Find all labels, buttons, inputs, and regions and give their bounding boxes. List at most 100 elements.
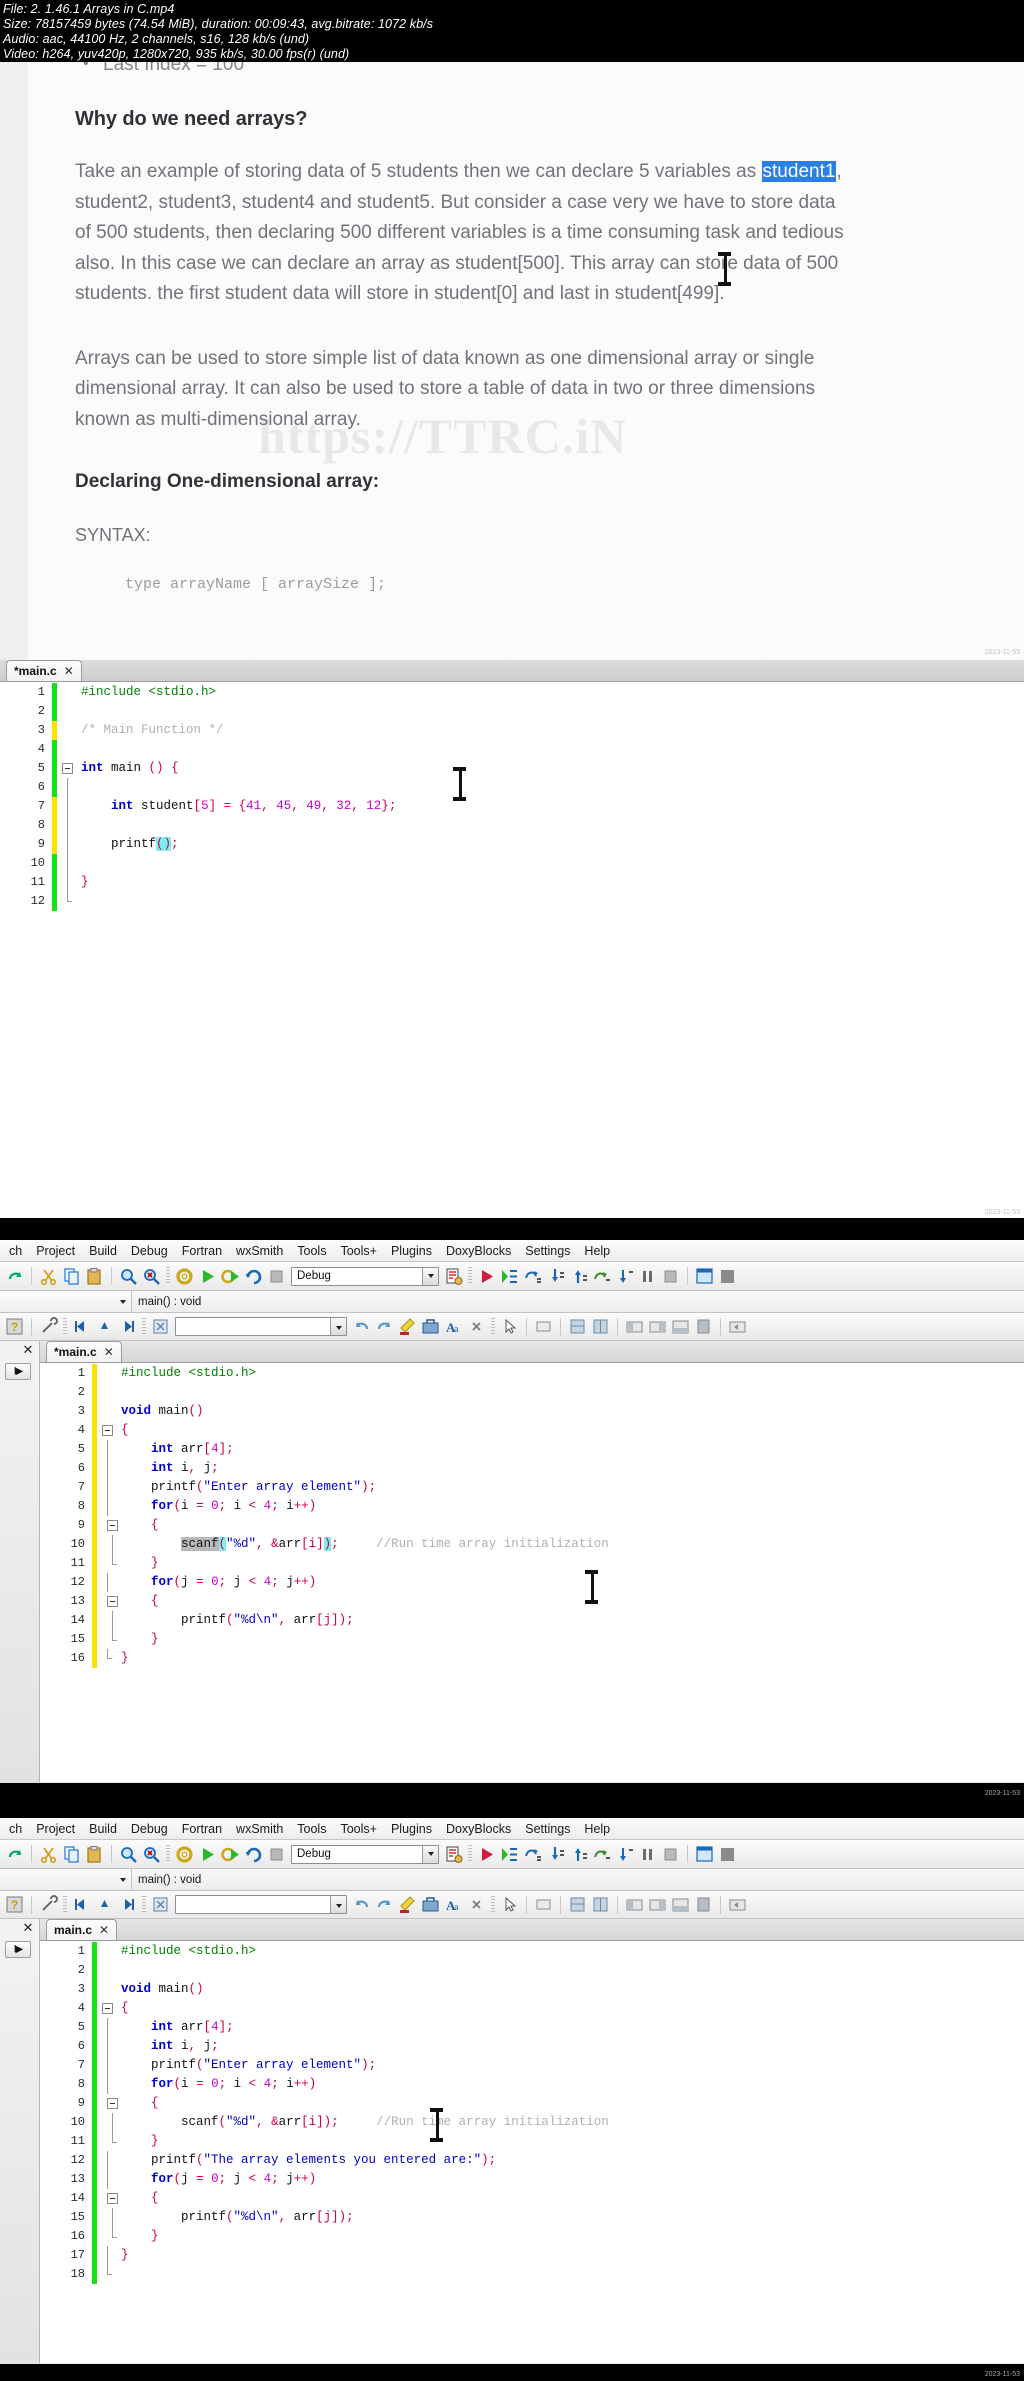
menu-item-wxsmith[interactable]: wxSmith [229, 1822, 290, 1836]
run-icon[interactable] [198, 1845, 217, 1864]
code-line[interactable]: { [121, 1516, 1024, 1535]
build-target-combo[interactable]: Debug [291, 1266, 439, 1286]
rebuild-icon[interactable] [244, 1845, 263, 1864]
fold-margin[interactable] [99, 1942, 118, 2363]
code-line[interactable] [121, 1383, 1024, 1402]
code-line[interactable]: } [81, 873, 1024, 892]
tools-icon[interactable] [39, 1317, 58, 1336]
menu-item-help[interactable]: Help [577, 1822, 617, 1836]
font-icon[interactable]: Aa [444, 1317, 463, 1336]
code-line[interactable]: scanf("%d", &arr[i]); //Run time array i… [121, 2113, 1024, 2132]
goto-next-icon[interactable] [118, 1895, 137, 1914]
close-icon[interactable] [467, 1317, 486, 1336]
goto-prev-icon[interactable] [72, 1895, 91, 1914]
scope-bar-3[interactable]: main() : void [0, 1869, 1024, 1891]
code-line[interactable]: int main () { [81, 759, 1024, 778]
close-icon[interactable] [467, 1895, 486, 1914]
menu-item-doxyblocks[interactable]: DoxyBlocks [439, 1244, 518, 1258]
fold-toggle-icon[interactable] [102, 2003, 113, 2014]
dock-left-icon[interactable] [625, 1895, 644, 1914]
menu-bar-3[interactable]: ch Project Build Debug Fortran wxSmith T… [0, 1818, 1024, 1840]
rebuild-icon[interactable] [244, 1267, 263, 1286]
scope-combo[interactable] [0, 1291, 132, 1312]
code-line[interactable]: { [121, 1999, 1024, 2018]
menu-item-plugins[interactable]: Plugins [384, 1822, 439, 1836]
dock-right-icon[interactable] [648, 1895, 667, 1914]
cut-icon[interactable] [39, 1845, 58, 1864]
secondary-toolbar-3[interactable]: ? Aa [0, 1891, 1024, 1919]
undo-icon[interactable] [352, 1895, 371, 1914]
replace-icon[interactable] [142, 1267, 161, 1286]
code-line[interactable]: printf("The array elements you entered a… [121, 2151, 1024, 2170]
debug-step-into-instruction-icon[interactable] [615, 1845, 634, 1864]
menu-item-build[interactable]: Build [82, 1244, 124, 1258]
font-icon[interactable]: Aa [444, 1895, 463, 1914]
debugging-windows-icon[interactable] [695, 1845, 714, 1864]
dock-full-icon[interactable] [694, 1317, 713, 1336]
debug-run-to-cursor-icon[interactable] [500, 1267, 519, 1286]
fold-margin[interactable] [99, 1364, 118, 1782]
code-line[interactable]: } [121, 2246, 1024, 2265]
debugging-windows-icon[interactable] [695, 1267, 714, 1286]
close-icon[interactable]: ✕ [22, 1921, 34, 1934]
toolbox-icon[interactable] [421, 1895, 440, 1914]
debug-next-line-icon[interactable] [523, 1845, 542, 1864]
debug-run-icon[interactable] [477, 1267, 496, 1286]
main-toolbar-3[interactable]: Debug [0, 1840, 1024, 1869]
menu-item-project[interactable]: Project [29, 1822, 82, 1836]
help-icon[interactable]: ? [5, 1317, 24, 1336]
debug-run-icon[interactable] [477, 1845, 496, 1864]
code-text[interactable]: #include <stdio.h> void main(){ int arr[… [117, 1364, 1024, 1782]
menu-bar-2[interactable]: ch Project Build Debug Fortran wxSmith T… [0, 1240, 1024, 1262]
find-icon[interactable] [119, 1267, 138, 1286]
debug-next-instruction-icon[interactable] [592, 1845, 611, 1864]
code-line[interactable]: #include <stdio.h> [121, 1942, 1024, 1961]
code-line[interactable]: printf("%d\n", arr[j]); [121, 1611, 1024, 1630]
pointer-icon[interactable] [500, 1895, 519, 1914]
debug-next-line-icon[interactable] [523, 1267, 542, 1286]
code-line[interactable] [81, 816, 1024, 835]
menu-item-fortran[interactable]: Fortran [175, 1822, 229, 1836]
code-line[interactable] [81, 702, 1024, 721]
debug-step-into-icon[interactable] [546, 1267, 565, 1286]
code-line[interactable]: { [121, 1592, 1024, 1611]
code-line[interactable]: { [121, 2189, 1024, 2208]
layout-icon[interactable] [591, 1895, 610, 1914]
menu-item-plugins[interactable]: Plugins [384, 1244, 439, 1258]
code-line[interactable]: } [121, 2132, 1024, 2151]
editor-tab-main-c[interactable]: *main.c ✕ [46, 1341, 122, 1362]
toolbox-icon[interactable] [421, 1317, 440, 1336]
menu-item-help[interactable]: Help [577, 1244, 617, 1258]
code-area-2[interactable]: 1 2 3 4 5 6 7 8 9 10 11 12 13 14 15 16 #include <stdio.h… [40, 1363, 1024, 1782]
menu-item-debug[interactable]: Debug [124, 1822, 175, 1836]
debug-step-into-instruction-icon[interactable] [615, 1267, 634, 1286]
search-input[interactable] [175, 1317, 347, 1336]
code-line[interactable] [81, 778, 1024, 797]
menu-item-tools[interactable]: Tools [290, 1244, 333, 1258]
code-line[interactable]: for(i = 0; i < 4; i++) [121, 1497, 1024, 1516]
menu-item-tools[interactable]: Tools [290, 1822, 333, 1836]
debug-break-icon[interactable] [638, 1267, 657, 1286]
menu-item-project[interactable]: Project [29, 1244, 82, 1258]
menu-item-wxsmith[interactable]: wxSmith [229, 1244, 290, 1258]
highlight-icon[interactable] [398, 1317, 417, 1336]
code-line[interactable] [81, 892, 1024, 911]
copy-icon[interactable] [62, 1267, 81, 1286]
dock-extra-icon[interactable] [728, 1317, 747, 1336]
code-text[interactable]: #include <stdio.h> /* Main Function */ i… [77, 683, 1024, 1218]
code-text[interactable]: #include <stdio.h> void main(){ int arr[… [117, 1942, 1024, 2363]
dock-full-icon[interactable] [694, 1895, 713, 1914]
chevron-down-icon[interactable] [422, 1845, 438, 1863]
build-icon[interactable] [175, 1267, 194, 1286]
code-line[interactable]: int arr[4]; [121, 1440, 1024, 1459]
code-line[interactable]: } [121, 1554, 1024, 1573]
help-icon[interactable]: ? [5, 1895, 24, 1914]
paste-icon[interactable] [85, 1267, 104, 1286]
code-line[interactable]: for(j = 0; j < 4; j++) [121, 2170, 1024, 2189]
frame-icon[interactable] [534, 1317, 553, 1336]
side-panel-3[interactable]: ✕ I▶ [0, 1919, 40, 2364]
code-line[interactable]: printf(); [81, 835, 1024, 854]
build-target-options-icon[interactable] [444, 1267, 463, 1286]
redo-icon[interactable] [5, 1845, 24, 1864]
code-line[interactable] [121, 2265, 1024, 2284]
